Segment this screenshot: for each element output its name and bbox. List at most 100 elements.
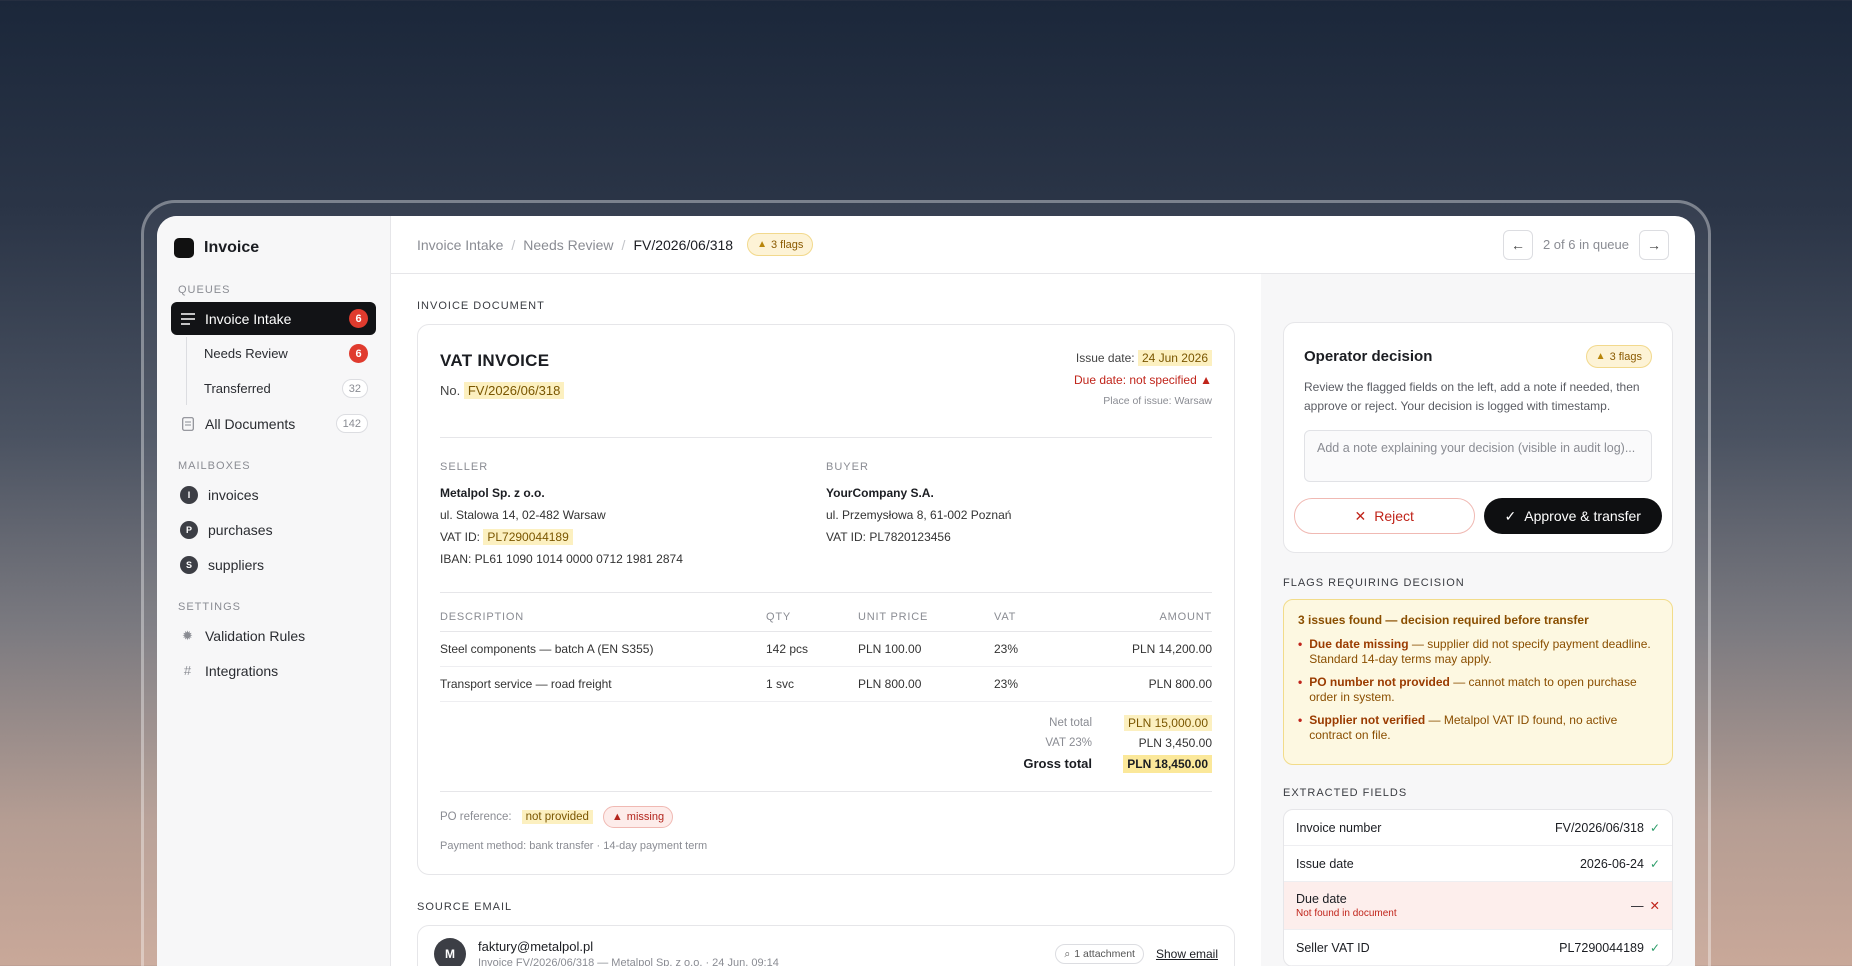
field-value: PL7290044189 <box>1559 940 1644 955</box>
column-header: DESCRIPTION <box>440 611 766 632</box>
arrow-right-icon: → <box>1647 236 1661 253</box>
sidebar-item-mailbox-invoices[interactable]: I invoices <box>171 478 376 511</box>
reject-button[interactable]: ✕ Reject <box>1294 498 1475 534</box>
sidebar-item-label: Needs Review <box>204 346 288 361</box>
decision-description: Review the flagged fields on the left, a… <box>1304 380 1640 413</box>
warning-icon: ▲ <box>611 811 623 823</box>
item-qty: 142 pcs <box>766 631 858 667</box>
count-badge: 32 <box>341 379 368 398</box>
seller-name: Metalpol Sp. z o.o. <box>440 486 545 500</box>
column-header: UNIT PRICE <box>858 611 994 632</box>
content: INVOICE DOCUMENT VAT INVOICE No. FV/2026… <box>391 274 1695 966</box>
seller-vat-label: VAT ID: <box>440 530 481 544</box>
po-label: PO reference: <box>440 811 512 823</box>
field-value: — <box>1631 898 1644 913</box>
field-error: Not found in document <box>1296 908 1397 919</box>
field-row-issue-date[interactable]: Issue date 2026-06-24 ✓ <box>1284 846 1672 882</box>
sidebar-item-needs-review[interactable]: Needs Review 6 <box>195 337 376 370</box>
line-items-table: DESCRIPTION QTY UNIT PRICE VAT AMOUNT St… <box>440 611 1212 702</box>
queue-position: 2 of 6 in queue <box>1542 237 1629 252</box>
breadcrumb-needs-review[interactable]: Needs Review <box>523 237 613 253</box>
warning-icon: ▲ <box>757 239 767 250</box>
check-icon: ✓ <box>1649 940 1660 955</box>
show-email-link[interactable]: Show email <box>1156 947 1218 961</box>
bullet-icon: • <box>1298 713 1303 727</box>
item-amount: PLN 14,200.00 <box>1094 631 1212 667</box>
flags-heading: 3 issues found — decision required befor… <box>1298 613 1589 627</box>
due-date-label: Due date: <box>1073 373 1127 387</box>
bullet-icon: • <box>1298 675 1303 689</box>
prev-button[interactable]: ← <box>1502 229 1533 260</box>
list-icon <box>180 311 195 326</box>
brand-name: Invoice <box>204 239 260 256</box>
settings-title: SETTINGS <box>178 601 242 613</box>
flag-item: • Supplier not verified — Metalpol VAT I… <box>1298 713 1658 743</box>
seller-address: ul. Stalowa 14, 02-482 Warsaw <box>440 508 606 522</box>
field-row-invoice-number[interactable]: Invoice number FV/2026/06/318 ✓ <box>1284 810 1672 846</box>
sidebar-item-transferred[interactable]: Transferred 32 <box>195 372 376 405</box>
item-qty: 1 svc <box>766 666 858 702</box>
breadcrumb-invoice-intake[interactable]: Invoice Intake <box>417 237 503 253</box>
breadcrumb-separator: / <box>511 236 516 253</box>
invoice-title: VAT INVOICE <box>440 351 550 370</box>
sidebar-item-mailbox-purchases[interactable]: P purchases <box>171 513 376 546</box>
document-column: INVOICE DOCUMENT VAT INVOICE No. FV/2026… <box>391 274 1261 966</box>
invoice-number: No. FV/2026/06/318 <box>440 382 565 399</box>
issue-date-label: Issue date: <box>1075 351 1135 365</box>
next-button[interactable]: → <box>1639 229 1669 260</box>
item-vat: 23% <box>994 666 1094 702</box>
queue-nav: ← 2 of 6 in queue → <box>1502 229 1669 260</box>
sidebar-item-all-documents[interactable]: All Documents 142 <box>171 407 376 440</box>
flags-badge: ▲ 3 flags <box>747 233 814 256</box>
sidebar-item-label: purchases <box>208 521 273 538</box>
sidebar-item-label: Integrations <box>205 662 279 679</box>
count-badge: 6 <box>349 344 368 363</box>
approve-transfer-button[interactable]: ✓ Approve & transfer <box>1483 498 1662 534</box>
missing-label: missing <box>626 811 665 823</box>
section-label: EXTRACTED FIELDS <box>1283 787 1408 799</box>
sidebar-item-integrations[interactable]: # Integrations <box>171 654 376 687</box>
gross-total-value: PLN 18,450.00 <box>1123 754 1212 773</box>
gear-icon: ✹ <box>182 627 193 643</box>
seller-label: SELLER <box>440 461 489 473</box>
buyer-name: YourCompany S.A. <box>826 486 934 500</box>
field-label: Seller VAT ID <box>1296 940 1370 955</box>
sidebar-item-validation-rules[interactable]: ✹ Validation Rules <box>171 619 376 652</box>
field-row-seller-vat[interactable]: Seller VAT ID PL7290044189 ✓ <box>1284 930 1672 966</box>
breadcrumb-separator: / <box>621 236 626 253</box>
decision-note-input[interactable]: Add a note explaining your decision (vis… <box>1304 430 1652 482</box>
sidebar-item-label: suppliers <box>208 556 265 573</box>
breadcrumb-current: FV/2026/06/318 <box>633 236 734 253</box>
main-area: Invoice Intake / Needs Review / FV/2026/… <box>391 216 1695 966</box>
po-value: not provided <box>521 810 593 824</box>
app-window: Invoice QUEUES Invoice Intake 6 Needs Re… <box>157 216 1695 966</box>
net-total-label: Net total <box>1049 717 1092 729</box>
field-row-due-date[interactable]: Due date Not found in document — ✕ <box>1284 882 1672 930</box>
check-icon: ✓ <box>1649 820 1660 835</box>
payment-method: Payment method: bank transfer · 14-day p… <box>440 840 708 852</box>
net-total-value: PLN 15,000.00 <box>1123 715 1212 731</box>
check-icon: ✓ <box>1504 507 1517 524</box>
source-email-card: M faktury@metalpol.pl Invoice FV/2026/06… <box>417 925 1235 966</box>
mailbox-avatar: P <box>180 520 198 539</box>
bullet-icon: • <box>1298 637 1303 651</box>
po-reference: PO reference: not provided ▲ missing <box>440 806 1212 828</box>
mailbox-avatar: S <box>180 555 198 574</box>
section-label: SOURCE EMAIL <box>417 901 513 913</box>
vat-total-label: VAT 23% <box>1045 737 1092 749</box>
paperclip-icon: ⌕ <box>1064 947 1071 960</box>
seller-vat-value: PL7290044189 <box>483 529 573 545</box>
place-of-issue: Place of issue: Warsaw <box>1103 395 1212 407</box>
due-date-value: not specified <box>1129 373 1197 387</box>
seller-vat: VAT ID: PL7290044189 <box>440 526 826 548</box>
attachment-badge[interactable]: ⌕ 1 attachment <box>1055 944 1144 964</box>
email-from: faktury@metalpol.pl <box>478 939 594 954</box>
section-label: FLAGS REQUIRING DECISION <box>1283 577 1465 589</box>
count-badge: 6 <box>349 309 368 328</box>
flag-title: Due date missing <box>1309 637 1409 651</box>
buyer-block: BUYER YourCompany S.A. ul. Przemysłowa 8… <box>826 456 1212 570</box>
field-value: FV/2026/06/318 <box>1554 820 1644 835</box>
sidebar-item-mailbox-suppliers[interactable]: S suppliers <box>171 548 376 581</box>
sidebar-item-invoice-intake[interactable]: Invoice Intake 6 <box>171 302 376 335</box>
field-label: Issue date <box>1296 856 1354 871</box>
